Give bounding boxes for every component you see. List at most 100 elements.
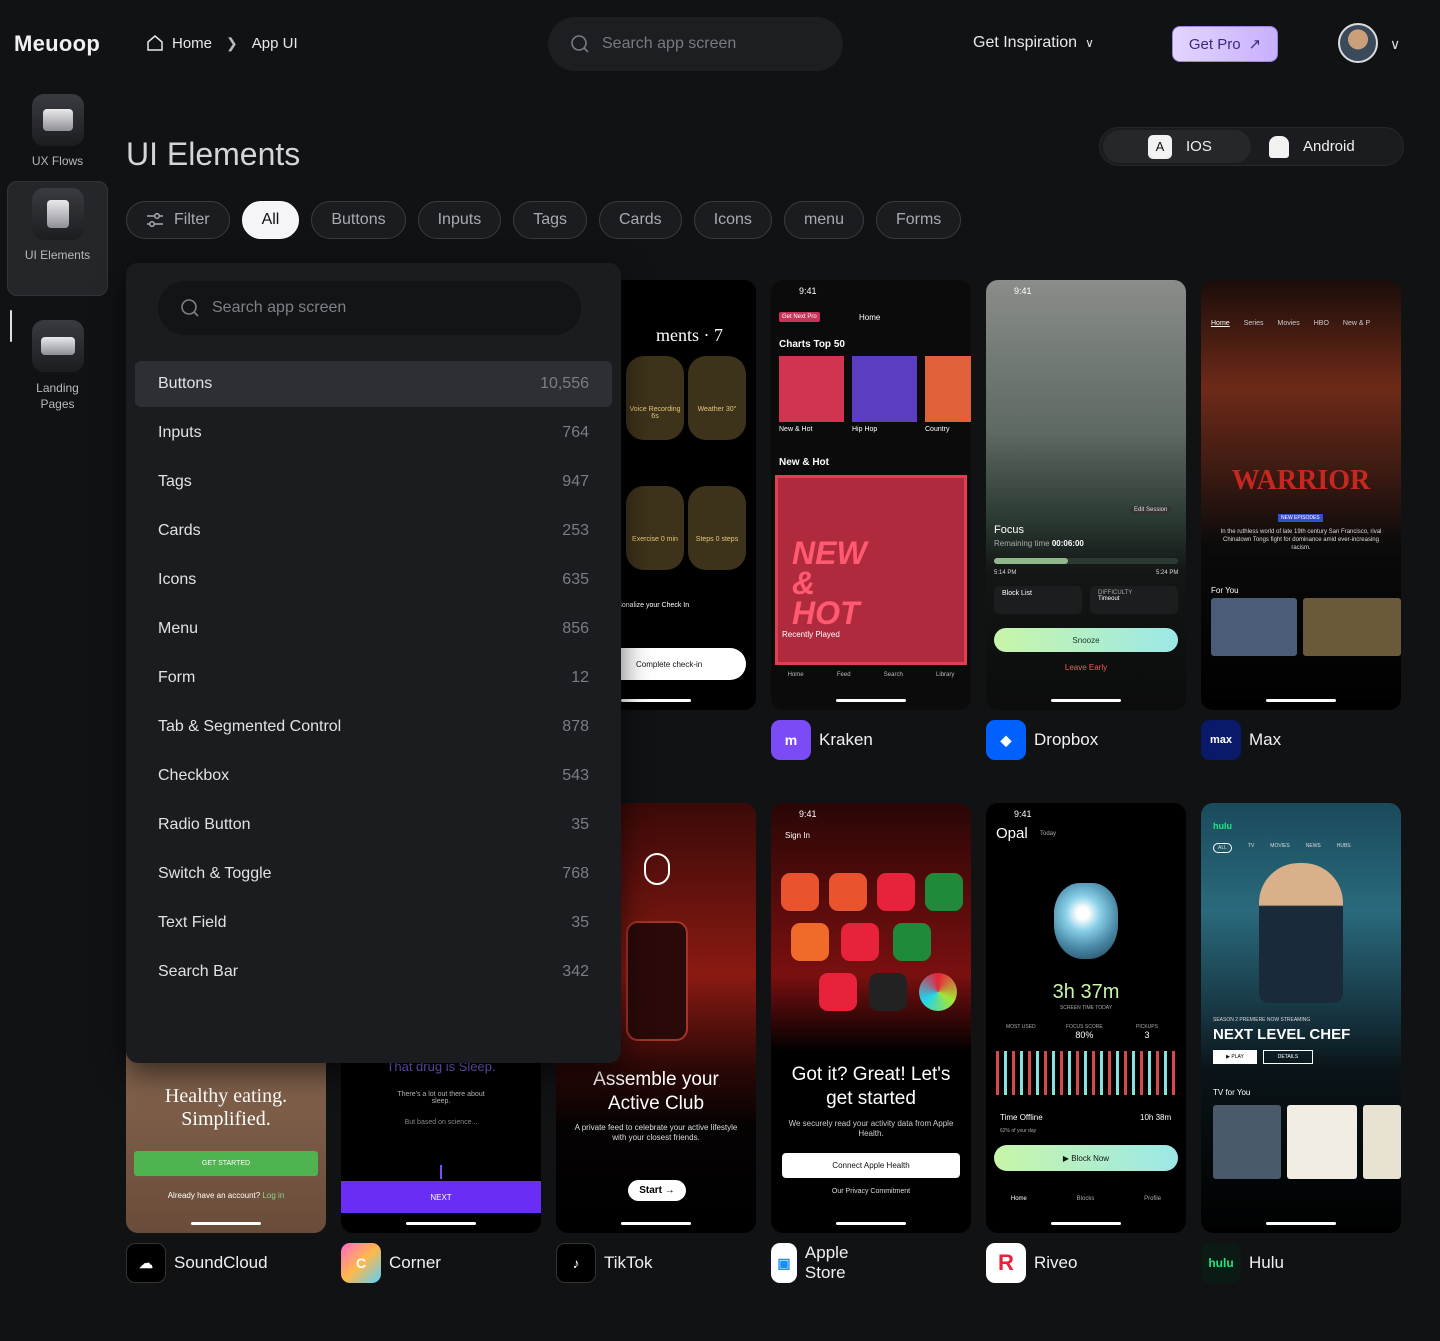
screen-card[interactable]: 9:41 Opal Today 3h 37m SCREEN TIME TODAY… [986, 803, 1186, 1233]
tab-new[interactable]: New & P [1343, 320, 1370, 327]
details-button[interactable]: DETAILS [1263, 1050, 1313, 1064]
dropdown-item-text-field[interactable]: Text Field 35 [135, 900, 612, 946]
chip-menu[interactable]: menu [783, 201, 864, 239]
breadcrumb-current[interactable]: App UI [252, 35, 298, 52]
sign-in-link[interactable]: Sign In [785, 831, 810, 840]
screen-card[interactable]: 9:41 Get Next Pro Home Charts Top 50 New… [771, 280, 971, 710]
get-inspiration-dropdown[interactable]: Get Inspiration ∨ [973, 34, 1094, 52]
platform-android-button[interactable]: Android [1251, 130, 1355, 163]
tab-hubs[interactable]: HUBS [1337, 843, 1351, 853]
app-label[interactable]: max Max [1201, 720, 1281, 760]
screen-card[interactable]: 9:41 Edit Session Focus Remaining time 0… [986, 280, 1186, 710]
privacy-link[interactable]: Our Privacy Commitment [771, 1188, 971, 1195]
dropdown-item-inputs[interactable]: Inputs 764 [135, 410, 612, 456]
screen-card[interactable]: 9:41 Sign In Got it? Great! Let's get st… [771, 803, 971, 1233]
dropdown-item-checkbox[interactable]: Checkbox 543 [135, 753, 612, 799]
chip-tags[interactable]: Tags [513, 201, 587, 239]
app-label[interactable]: ◆ Dropbox [986, 720, 1098, 760]
tile-steps[interactable]: Steps 0 steps [688, 486, 746, 570]
account-chevron-down-icon[interactable]: ∨ [1390, 36, 1400, 53]
app-label[interactable]: m Kraken [771, 720, 873, 760]
platform-ios-button[interactable]: A IOS [1103, 130, 1251, 163]
block-list-button[interactable]: Block List [994, 586, 1082, 614]
tab-all[interactable]: ALL [1213, 843, 1232, 853]
login-link[interactable]: Log in [262, 1191, 284, 1200]
thumbnail[interactable] [1303, 598, 1401, 656]
tab-home[interactable]: Home [1211, 320, 1230, 327]
thumbnail[interactable] [1363, 1105, 1401, 1179]
thumbnail[interactable] [1213, 1105, 1281, 1179]
tab-hbo[interactable]: HBO [1314, 320, 1329, 327]
nav-profile[interactable]: Profile [1144, 1196, 1161, 1202]
sidebar-item-landing-pages[interactable]: Landing Pages [7, 314, 108, 429]
start-button[interactable]: Start → [628, 1180, 686, 1201]
nav-home[interactable]: Home [1011, 1196, 1027, 1202]
hero-card[interactable]: NEW & HOT Recently Played [775, 475, 967, 665]
tab-news[interactable]: NEWS [1306, 843, 1321, 853]
nav-blocks[interactable]: Blocks [1077, 1196, 1095, 1202]
dropdown-item-buttons[interactable]: Buttons 10,556 [135, 361, 612, 407]
chip-inputs[interactable]: Inputs [417, 201, 502, 239]
sidebar-item-ui-elements[interactable]: UI Elements [7, 181, 108, 296]
tile-voice[interactable]: Voice Recording 6s [626, 356, 684, 440]
top-search-input[interactable]: Search app screen [548, 17, 843, 71]
item-count: 35 [571, 914, 589, 931]
chip-icons[interactable]: Icons [693, 201, 772, 239]
pro-badge[interactable]: Get Next Pro [779, 312, 820, 322]
dropdown-item-menu[interactable]: Menu 856 [135, 606, 612, 652]
dropdown-search-input[interactable]: Search app screen [158, 281, 581, 335]
tab-movies[interactable]: MOVIES [1270, 843, 1289, 853]
chip-cards[interactable]: Cards [599, 201, 682, 239]
tile-weather[interactable]: Weather 30° [688, 356, 746, 440]
chip-forms[interactable]: Forms [875, 201, 962, 239]
app-label[interactable]: ▣ Apple Store [771, 1243, 862, 1283]
brand-logo[interactable]: Meuoop [14, 31, 100, 57]
dropdown-item-search-bar[interactable]: Search Bar 342 [135, 949, 612, 995]
today-dropdown[interactable]: Today [1040, 831, 1056, 837]
tab-movies[interactable]: Movies [1278, 320, 1300, 327]
block-now-button[interactable]: ▶ Block Now [994, 1145, 1178, 1171]
home-tab[interactable]: Home [859, 313, 880, 322]
get-started-button[interactable]: GET STARTED [134, 1151, 318, 1176]
thumbnail[interactable] [1211, 598, 1297, 656]
dropdown-item-form[interactable]: Form 12 [135, 655, 612, 701]
app-label[interactable]: ♪ TikTok [556, 1243, 653, 1283]
breadcrumb-home[interactable]: Home [172, 35, 212, 52]
dropdown-item-icons[interactable]: Icons 635 [135, 557, 612, 603]
tile-exercise[interactable]: Exercise 0 min [626, 486, 684, 570]
tab-series[interactable]: Series [1244, 320, 1264, 327]
tab-tv[interactable]: TV [1248, 843, 1254, 853]
dropdown-item-tags[interactable]: Tags 947 [135, 459, 612, 505]
snooze-button[interactable]: Snooze [994, 628, 1178, 652]
chip-all[interactable]: All [241, 201, 300, 239]
get-pro-button[interactable]: Get Pro ↗ [1172, 26, 1278, 62]
nav-search[interactable]: Search [884, 672, 903, 678]
app-label[interactable]: R Riveo [986, 1243, 1077, 1283]
chart-thumb[interactable] [852, 356, 917, 422]
thumbnail[interactable] [1287, 1105, 1357, 1179]
dropdown-item-switch[interactable]: Switch & Toggle 768 [135, 851, 612, 897]
nav-home[interactable]: Home [788, 672, 804, 678]
chip-buttons[interactable]: Buttons [311, 201, 406, 239]
dropdown-item-radio[interactable]: Radio Button 35 [135, 802, 612, 848]
next-button[interactable]: NEXT [341, 1181, 541, 1213]
nav-feed[interactable]: Feed [837, 672, 851, 678]
dropdown-item-tab-segmented[interactable]: Tab & Segmented Control 878 [135, 704, 612, 750]
filter-button[interactable]: Filter [126, 201, 230, 239]
play-button[interactable]: ▶ PLAY [1213, 1050, 1257, 1064]
nav-library[interactable]: Library [936, 672, 954, 678]
app-label[interactable]: hulu Hulu [1201, 1243, 1284, 1283]
chart-thumb[interactable] [779, 356, 844, 422]
chart-thumb[interactable] [925, 356, 971, 422]
screen-card[interactable]: hulu ALL TV MOVIES NEWS HUBS SEASON 2 PR… [1201, 803, 1401, 1233]
connect-health-button[interactable]: Connect Apple Health [782, 1153, 960, 1178]
recent-label: Recently Played [782, 630, 840, 639]
leave-early-button[interactable]: Leave Early [986, 663, 1186, 672]
avatar[interactable] [1338, 23, 1378, 63]
edit-session-button[interactable]: Edit Session [1130, 506, 1172, 514]
difficulty-button[interactable]: DIFFICULTY Timeout [1090, 586, 1178, 614]
screen-card[interactable]: Home Series Movies HBO New & P WARRIOR N… [1201, 280, 1401, 710]
app-label[interactable]: C Corner [341, 1243, 441, 1283]
dropdown-item-cards[interactable]: Cards 253 [135, 508, 612, 554]
app-label[interactable]: ☁ SoundCloud [126, 1243, 268, 1283]
